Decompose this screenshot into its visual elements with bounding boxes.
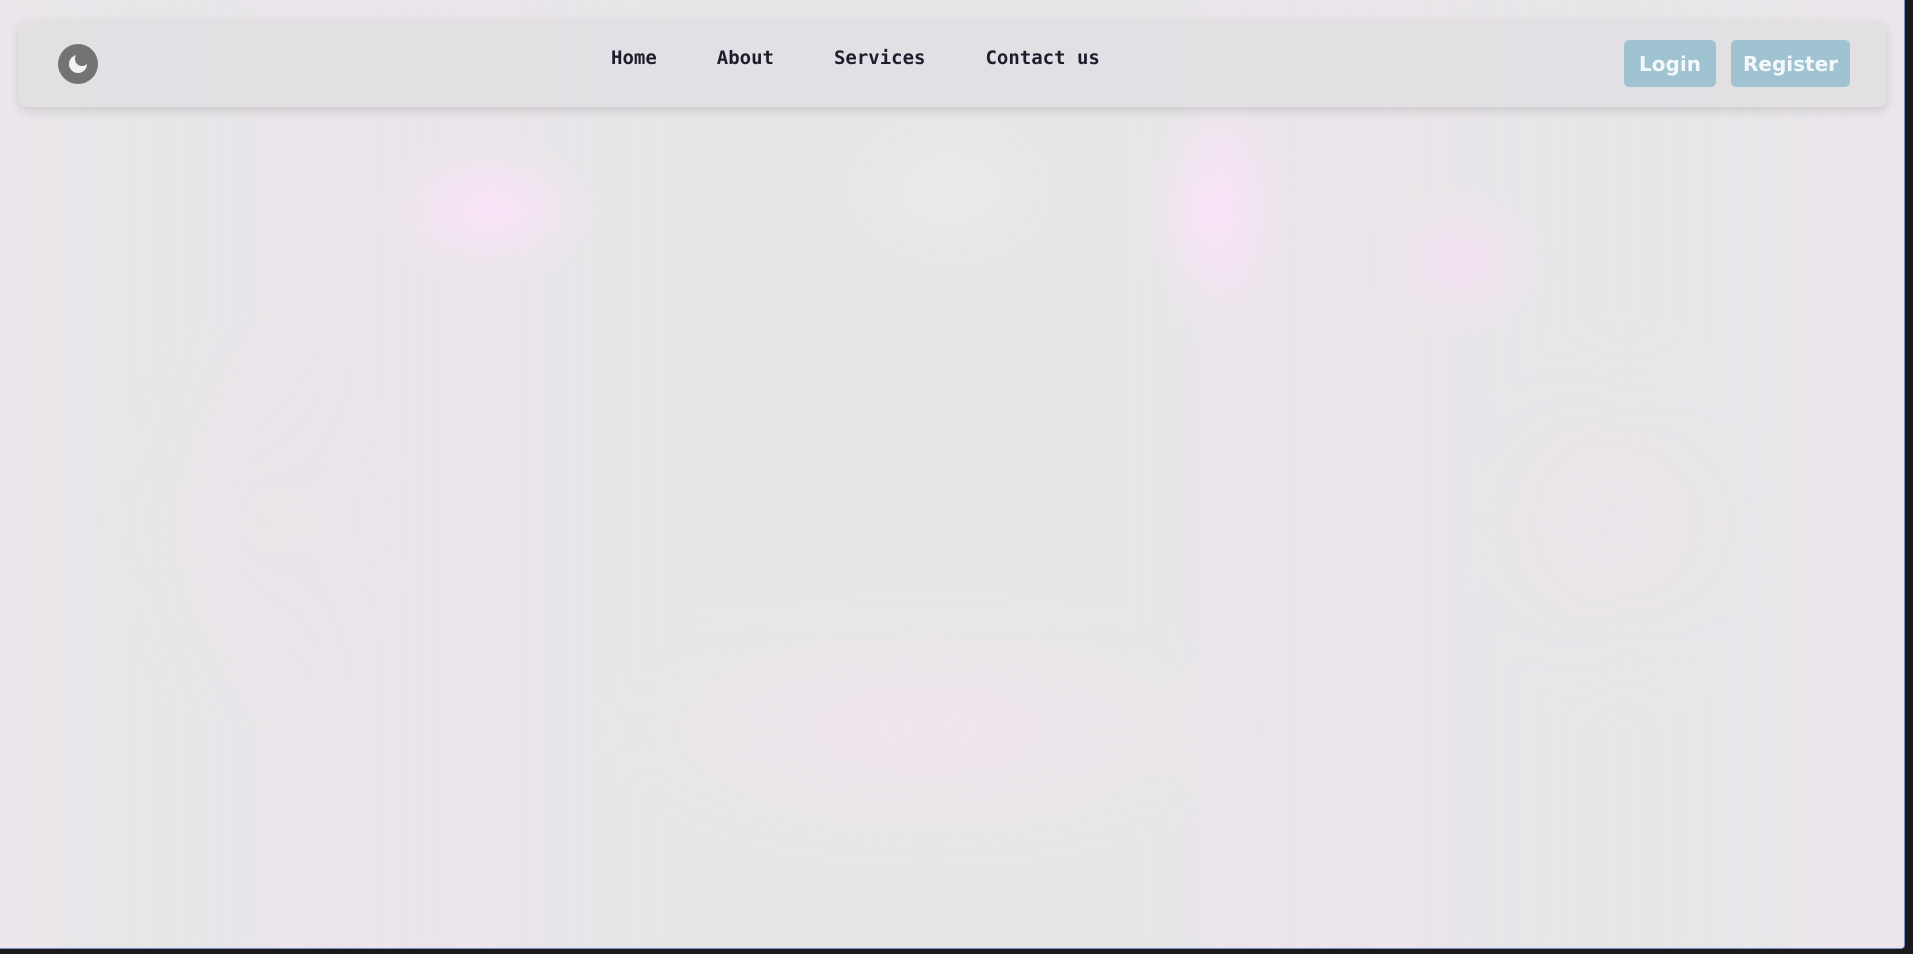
nav-link-contact-us[interactable]: Contact us <box>985 49 1099 68</box>
auth-buttons: Login Register <box>1624 40 1850 87</box>
moon-icon[interactable] <box>58 43 98 84</box>
top-navbar: Home About Services Contact us Login Reg… <box>18 20 1887 107</box>
register-button[interactable]: Register <box>1731 40 1850 87</box>
background-panel <box>680 95 1150 630</box>
login-button[interactable]: Login <box>1624 40 1716 87</box>
nav-link-home[interactable]: Home <box>611 49 657 68</box>
main-navigation: Home About Services Contact us <box>611 49 1100 68</box>
page: Home About Services Contact us Login Reg… <box>0 0 1905 949</box>
nav-link-services[interactable]: Services <box>834 49 926 68</box>
nav-link-about[interactable]: About <box>717 49 774 68</box>
